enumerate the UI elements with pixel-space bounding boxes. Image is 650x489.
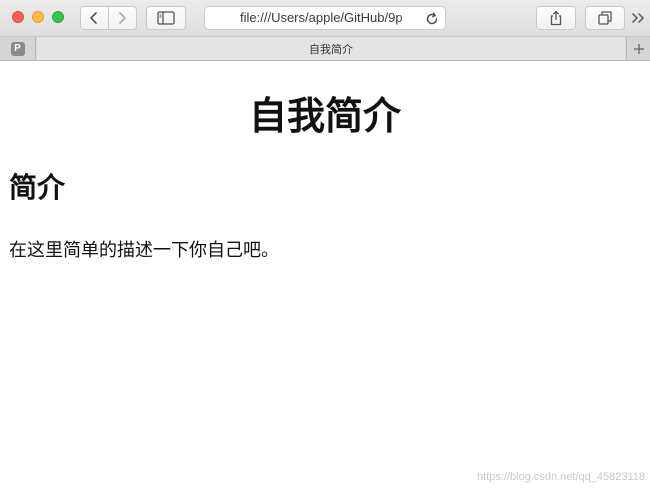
page-content: 自我简介 简介 在这里简单的描述一下你自己吧。 https://blog.csd… xyxy=(0,62,650,489)
section-heading: 简介 xyxy=(9,171,66,204)
reload-icon[interactable] xyxy=(424,11,440,27)
tabs-overview-button[interactable] xyxy=(585,6,625,30)
chevron-right-icon xyxy=(119,12,127,24)
sidebar-icon xyxy=(157,11,175,25)
tab-bar: P 自我简介 xyxy=(0,37,650,61)
address-url[interactable]: file:///Users/apple/GitHub/9p xyxy=(240,10,425,25)
minimize-window-button[interactable] xyxy=(32,11,44,23)
navigation-buttons xyxy=(80,6,137,30)
watermark-text: https://blog.csdn.net/qq_45823118 xyxy=(477,471,645,483)
address-bar[interactable]: file:///Users/apple/GitHub/9p xyxy=(204,6,446,30)
pinned-favicon: P xyxy=(10,41,25,56)
double-chevron-right-icon[interactable] xyxy=(630,9,646,27)
share-icon xyxy=(550,10,562,26)
page-title: 自我简介 xyxy=(248,93,401,138)
active-tab[interactable]: 自我简介 xyxy=(37,37,625,60)
back-button[interactable] xyxy=(81,7,109,29)
browser-toolbar: file:///Users/apple/GitHub/9p xyxy=(0,0,650,37)
close-window-button[interactable] xyxy=(12,11,24,23)
zoom-window-button[interactable] xyxy=(52,11,64,23)
new-tab-button[interactable] xyxy=(626,37,650,60)
pinned-tab[interactable]: P xyxy=(0,37,36,60)
intro-paragraph: 在这里简单的描述一下你自己吧。 xyxy=(9,240,279,261)
forward-button[interactable] xyxy=(109,7,136,29)
sidebar-button[interactable] xyxy=(146,6,186,30)
chevron-left-icon xyxy=(90,12,98,24)
tab-title: 自我简介 xyxy=(309,42,353,56)
tabs-overview-icon xyxy=(598,11,612,25)
share-button[interactable] xyxy=(536,6,576,30)
plus-icon xyxy=(633,43,644,54)
browser-window: file:///Users/apple/GitHub/9p P 自我简介 自我简… xyxy=(0,0,650,489)
